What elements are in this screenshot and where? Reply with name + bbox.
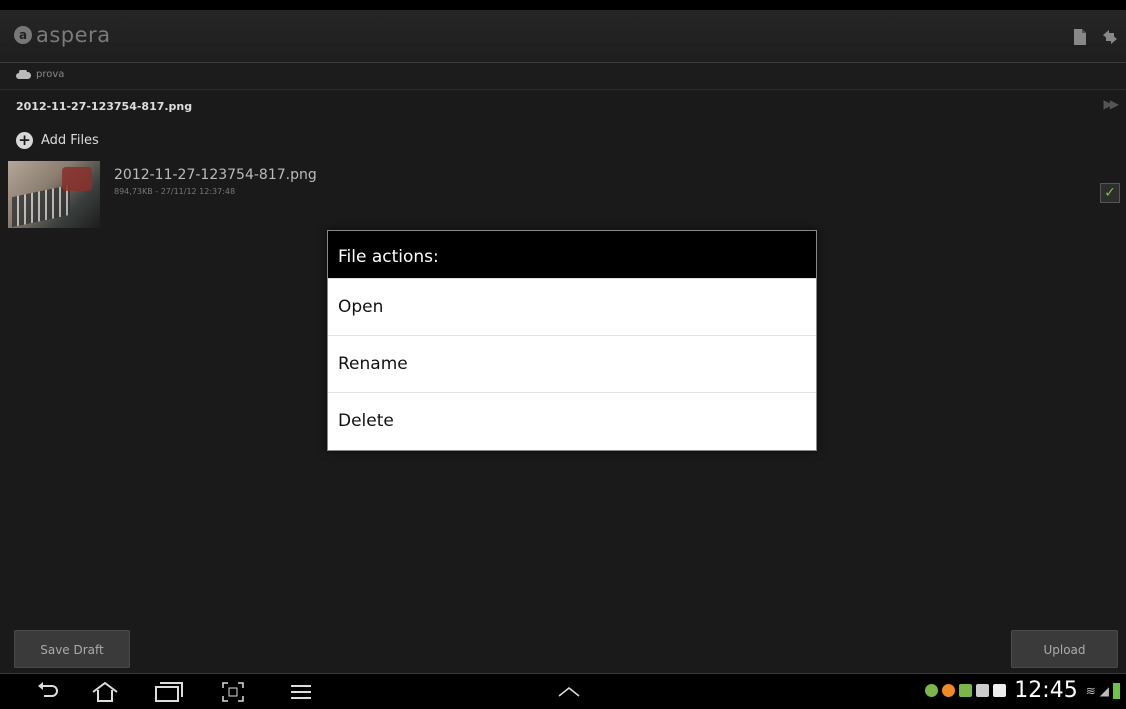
checkmark-icon: ✓ (1104, 185, 1116, 201)
recent-apps-icon[interactable] (154, 682, 184, 702)
dialog-item-open[interactable]: Open (328, 278, 816, 335)
aspera-logo-icon: a (14, 26, 32, 44)
transfer-title: 2012-11-27-123754-817.png (16, 100, 193, 113)
save-draft-button[interactable]: Save Draft (14, 630, 130, 668)
breadcrumb-bar: prova (0, 63, 1126, 90)
file-checkbox[interactable]: ✓ (1100, 183, 1120, 203)
menu-icon[interactable] (290, 684, 312, 700)
file-thumbnail (8, 161, 100, 228)
cloud-icon (16, 70, 31, 79)
fast-forward-icon[interactable]: ▶▶ (1104, 97, 1120, 111)
screenshot-icon[interactable] (222, 682, 244, 702)
top-strip (0, 0, 1126, 10)
back-icon[interactable] (36, 682, 60, 702)
clock: 12:45 (1014, 678, 1078, 703)
chevron-up-icon[interactable] (557, 686, 581, 698)
status-tray[interactable]: 12:45 ≋ ◢ (925, 678, 1120, 703)
breadcrumb[interactable]: prova (16, 69, 64, 80)
dialog-item-delete[interactable]: Delete (328, 392, 816, 449)
file-meta: 894,73KB - 27/11/12 12:37:48 (114, 187, 236, 196)
android-debug-icon (925, 684, 939, 697)
app-logo: a aspera (14, 23, 111, 47)
home-icon[interactable] (91, 681, 119, 703)
transfer-arrows-icon[interactable] (1100, 27, 1120, 47)
upload-button[interactable]: Upload (1011, 630, 1118, 668)
mail-icon (993, 684, 1007, 697)
file-name: 2012-11-27-123754-817.png (114, 167, 317, 183)
file-actions-dialog: File actions: Open Rename Delete (327, 230, 817, 451)
app-screen: a aspera prova 2012-11-27-123754-817.png… (0, 0, 1126, 673)
add-files-label: Add Files (41, 133, 99, 148)
signal-icon: ◢ (1099, 683, 1109, 698)
dialog-item-rename[interactable]: Rename (328, 335, 816, 392)
file-list-item[interactable]: 2012-11-27-123754-817.png 894,73KB - 27/… (8, 161, 1126, 229)
add-icon: + (16, 132, 33, 149)
wifi-icon: ≋ (1085, 683, 1096, 698)
battery-icon (1113, 682, 1120, 699)
dialog-title: File actions: (328, 231, 816, 278)
action-bar: a aspera (0, 10, 1126, 63)
breadcrumb-label: prova (36, 69, 65, 80)
image-icon (976, 684, 990, 697)
app-notification-icon (942, 684, 956, 697)
document-icon[interactable] (1070, 27, 1090, 47)
usb-icon (959, 684, 973, 697)
system-bar: 12:45 ≋ ◢ (0, 673, 1126, 709)
add-files-button[interactable]: + Add Files (16, 132, 99, 149)
brand-name: aspera (36, 23, 111, 47)
